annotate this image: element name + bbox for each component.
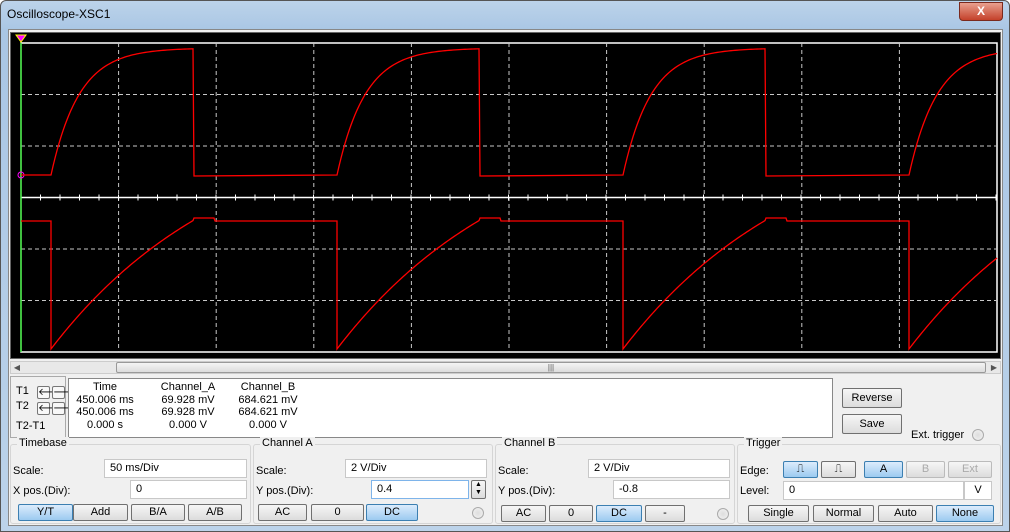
- cursor-controls: T1 T2 T2-T1 🡐 🡒 🡐 🡒: [10, 376, 80, 438]
- mode-ab-button[interactable]: A/B: [188, 504, 242, 521]
- header-time: Time: [92, 381, 118, 393]
- t1-b: 684.621 mV: [238, 393, 298, 406]
- channel-a-column: Channel_A 69.928 mV 69.928 mV 0.000 V: [153, 381, 223, 431]
- channel-b-zero-button[interactable]: 0: [549, 505, 593, 522]
- diff-time: 0.000 s: [86, 418, 124, 431]
- rising-edge-icon[interactable]: ⎍: [783, 461, 818, 478]
- cursor-marker-icon: [15, 34, 27, 43]
- scroll-thumb[interactable]: |||: [116, 362, 986, 373]
- trigger-source-b-button[interactable]: B: [906, 461, 945, 478]
- scope-screen[interactable]: [10, 32, 1001, 359]
- trigger-normal-button[interactable]: Normal: [813, 505, 874, 522]
- channel-a-ac-button[interactable]: AC: [258, 504, 307, 521]
- channel-a-ypos-input[interactable]: 0.4: [371, 480, 469, 499]
- window-title: Oscilloscope-XSC1: [7, 7, 111, 21]
- channel-b-invert-button[interactable]: -: [645, 505, 685, 522]
- trigger-source-ext-button[interactable]: Ext: [948, 461, 992, 478]
- edge-label: Edge:: [740, 465, 769, 477]
- diff-b: 0.000 V: [249, 418, 287, 431]
- channel-a-group: Channel A Scale: 2 V/Div Y pos.(Div): 0.…: [253, 437, 493, 524]
- trigger-group: Trigger Edge: ⎍ ⎍ A B Ext Level: 0 V Sin…: [737, 437, 1001, 524]
- measurement-readout: Time 450.006 ms 450.006 ms 0.000 s Chann…: [68, 378, 833, 438]
- channel-a-title: Channel A: [260, 437, 315, 449]
- mode-ba-button[interactable]: B/A: [131, 504, 185, 521]
- xpos-label: X pos.(Div):: [13, 485, 71, 497]
- t2-time: 450.006 ms: [76, 406, 134, 418]
- diff-a: 0.000 V: [169, 418, 207, 431]
- channel-b-title: Channel B: [502, 437, 558, 449]
- trigger-auto-button[interactable]: Auto: [878, 505, 933, 522]
- close-button[interactable]: X: [959, 2, 1003, 21]
- t2-b: 684.621 mV: [238, 406, 298, 418]
- timebase-scale-input[interactable]: 50 ms/Div: [104, 459, 247, 478]
- trigger-none-button[interactable]: None: [936, 505, 994, 522]
- channel-a-ypos-spinner[interactable]: ▲ ▼: [471, 480, 486, 499]
- t1-right-arrow-icon[interactable]: 🡒: [52, 386, 80, 399]
- channel-a-indicator: [472, 507, 484, 519]
- reverse-button[interactable]: Reverse: [842, 388, 902, 408]
- channel-a-dc-button[interactable]: DC: [366, 504, 418, 521]
- header-a: Channel_A: [160, 381, 216, 393]
- channel-b-column: Channel_B 684.621 mV 684.621 mV 0.000 V: [233, 381, 303, 431]
- level-unit[interactable]: V: [964, 481, 992, 500]
- t1-time: 450.006 ms: [76, 393, 134, 406]
- t1-left-arrow-icon[interactable]: 🡐: [37, 386, 65, 399]
- timebase-title: Timebase: [17, 437, 69, 449]
- channel-b-ypos-label: Y pos.(Div):: [498, 485, 556, 497]
- mode-yt-button[interactable]: Y/T: [18, 504, 73, 521]
- timebase-scale-label: Scale:: [13, 465, 44, 477]
- channel-b-scale-label: Scale:: [498, 465, 529, 477]
- t2-right-arrow-icon[interactable]: 🡒: [52, 402, 80, 415]
- scroll-left-icon[interactable]: ◀: [11, 362, 23, 373]
- oscilloscope-window: Oscilloscope-XSC1 X ◀ ||| ▶ T1 T2 T2-T1 …: [0, 0, 1010, 532]
- channel-a-scale-input[interactable]: 2 V/Div: [345, 459, 487, 478]
- header-b: Channel_B: [240, 381, 296, 393]
- channel-b-ypos-input[interactable]: -0.8: [613, 480, 730, 499]
- channel-a-scale-label: Scale:: [256, 465, 287, 477]
- channel-b-group: Channel B Scale: 2 V/Div Y pos.(Div): -0…: [495, 437, 735, 524]
- save-button[interactable]: Save: [842, 414, 902, 434]
- level-label: Level:: [740, 485, 770, 497]
- falling-edge-icon[interactable]: ⎍: [821, 461, 856, 478]
- channel-b-scale-input[interactable]: 2 V/Div: [588, 459, 730, 478]
- t2-label: T2: [16, 400, 29, 412]
- trigger-single-button[interactable]: Single: [748, 505, 809, 522]
- t2-t1-label: T2-T1: [16, 420, 46, 432]
- trigger-source-a-button[interactable]: A: [864, 461, 903, 478]
- channel-a-zero-button[interactable]: 0: [311, 504, 364, 521]
- scroll-right-icon[interactable]: ▶: [988, 362, 1000, 373]
- waveform-display: [15, 34, 998, 353]
- t1-label: T1: [16, 385, 29, 397]
- level-input[interactable]: 0: [783, 481, 964, 500]
- xpos-input[interactable]: 0: [130, 480, 247, 499]
- t2-a: 69.928 mV: [161, 406, 215, 418]
- mode-add-button[interactable]: Add: [73, 504, 128, 521]
- t1-a: 69.928 mV: [161, 393, 215, 406]
- channel-a-ypos-label: Y pos.(Div):: [256, 485, 314, 497]
- channel-b-ac-button[interactable]: AC: [501, 505, 546, 522]
- ext-trigger-indicator[interactable]: [972, 429, 984, 441]
- client-area: ◀ ||| ▶ T1 T2 T2-T1 🡐 🡒 🡐 🡒 Time 450.006…: [8, 29, 1003, 526]
- time-column: Time 450.006 ms 450.006 ms 0.000 s: [75, 381, 135, 431]
- trigger-title: Trigger: [744, 437, 783, 449]
- t2-left-arrow-icon[interactable]: 🡐: [37, 402, 65, 415]
- channel-b-indicator: [717, 508, 729, 520]
- horizontal-scrollbar[interactable]: ◀ ||| ▶: [10, 361, 1001, 374]
- timebase-group: Timebase Scale: 50 ms/Div X pos.(Div): 0…: [10, 437, 251, 524]
- channel-b-dc-button[interactable]: DC: [596, 505, 642, 522]
- ext-trigger-label: Ext. trigger: [911, 429, 965, 441]
